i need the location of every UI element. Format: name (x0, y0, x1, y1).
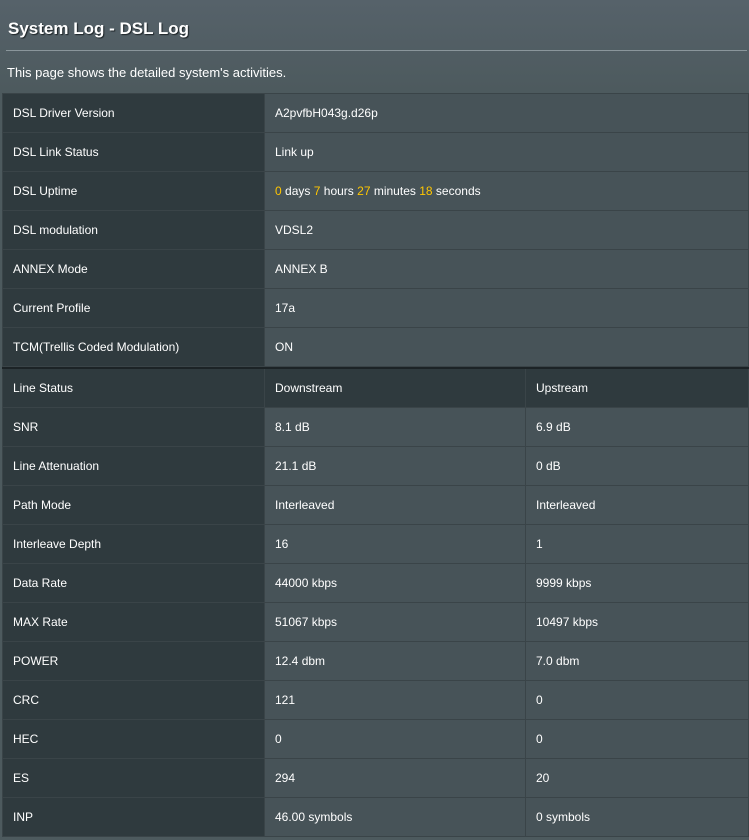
stat-downstream: 16 (264, 524, 526, 564)
stats-row-inp: INP 46.00 symbols 0 symbols (2, 797, 749, 837)
stats-row-crc: CRC 121 0 (2, 680, 749, 720)
stats-row-interleave-depth: Interleave Depth 16 1 (2, 524, 749, 564)
stat-upstream: 9999 kbps (525, 563, 749, 603)
stat-label: INP (2, 797, 265, 837)
uptime-hours-unit: hours (323, 184, 354, 198)
page-description: This page shows the detailed system's ac… (7, 65, 287, 80)
header-upstream: Upstream (525, 367, 749, 408)
uptime-seconds: 18 (419, 184, 433, 198)
info-row-link-status: DSL Link Status Link up (2, 132, 749, 172)
line-status-header: Line Status Downstream Upstream (2, 367, 749, 408)
stat-label: SNR (2, 407, 265, 447)
uptime-days-unit: days (285, 184, 311, 198)
stat-downstream: Interleaved (264, 485, 526, 525)
info-value: VDSL2 (264, 210, 749, 250)
stat-upstream: 10497 kbps (525, 602, 749, 642)
stat-label: Line Attenuation (2, 446, 265, 486)
stat-upstream: 0 (525, 680, 749, 720)
stat-upstream: 0 symbols (525, 797, 749, 837)
stat-label: CRC (2, 680, 265, 720)
stat-downstream: 21.1 dB (264, 446, 526, 486)
stats-row-power: POWER 12.4 dbm 7.0 dbm (2, 641, 749, 681)
stat-upstream: Interleaved (525, 485, 749, 525)
header-downstream: Downstream (264, 367, 526, 408)
info-row-annex-mode: ANNEX Mode ANNEX B (2, 249, 749, 289)
uptime-hours: 7 (313, 184, 321, 198)
stat-downstream: 46.00 symbols (264, 797, 526, 837)
info-label: TCM(Trellis Coded Modulation) (2, 327, 265, 367)
info-value: ANNEX B (264, 249, 749, 289)
stat-upstream: 6.9 dB (525, 407, 749, 447)
info-label: ANNEX Mode (2, 249, 265, 289)
stats-row-hec: HEC 0 0 (2, 719, 749, 759)
stats-row-max-rate: MAX Rate 51067 kbps 10497 kbps (2, 602, 749, 642)
stat-upstream: 0 dB (525, 446, 749, 486)
stat-label: MAX Rate (2, 602, 265, 642)
uptime-seconds-unit: seconds (435, 184, 481, 198)
stats-row-es: ES 294 20 (2, 758, 749, 798)
info-value: A2pvfbH043g.d26p (264, 93, 749, 133)
stat-upstream: 1 (525, 524, 749, 564)
dsl-info-table: DSL Driver Version A2pvfbH043g.d26p DSL … (2, 93, 749, 367)
uptime-minutes: 27 (357, 184, 371, 198)
stat-downstream: 0 (264, 719, 526, 759)
info-row-current-profile: Current Profile 17a (2, 288, 749, 328)
stats-row-line-attenuation: Line Attenuation 21.1 dB 0 dB (2, 446, 749, 486)
line-status-table: Line Status Downstream Upstream SNR 8.1 … (2, 367, 749, 837)
stat-label: Path Mode (2, 485, 265, 525)
uptime-value: 0 days 7 hours 27 minutes 18 seconds (264, 171, 749, 211)
info-value: ON (264, 327, 749, 367)
stat-label: Data Rate (2, 563, 265, 603)
info-row-modulation: DSL modulation VDSL2 (2, 210, 749, 250)
info-row-tcm: TCM(Trellis Coded Modulation) ON (2, 327, 749, 367)
uptime-days: 0 (275, 184, 282, 198)
stats-row-path-mode: Path Mode Interleaved Interleaved (2, 485, 749, 525)
stat-downstream: 12.4 dbm (264, 641, 526, 681)
info-label: DSL Uptime (2, 171, 265, 211)
stat-label: POWER (2, 641, 265, 681)
page-title: System Log - DSL Log (8, 19, 190, 38)
stat-downstream: 51067 kbps (264, 602, 526, 642)
info-row-driver-version: DSL Driver Version A2pvfbH043g.d26p (2, 93, 749, 133)
title-divider (6, 50, 747, 51)
info-label: DSL Driver Version (2, 93, 265, 133)
stat-label: Interleave Depth (2, 524, 265, 564)
stats-row-data-rate: Data Rate 44000 kbps 9999 kbps (2, 563, 749, 603)
info-value: Link up (264, 132, 749, 172)
info-label: Current Profile (2, 288, 265, 328)
stat-label: ES (2, 758, 265, 798)
stat-downstream: 44000 kbps (264, 563, 526, 603)
stat-downstream: 8.1 dB (264, 407, 526, 447)
info-value: 17a (264, 288, 749, 328)
dsl-log-page: System Log - DSL Log This page shows the… (0, 0, 749, 840)
stat-downstream: 121 (264, 680, 526, 720)
stat-downstream: 294 (264, 758, 526, 798)
stats-row-snr: SNR 8.1 dB 6.9 dB (2, 407, 749, 447)
info-label: DSL modulation (2, 210, 265, 250)
stat-label: HEC (2, 719, 265, 759)
info-label: DSL Link Status (2, 132, 265, 172)
header-line-status: Line Status (2, 367, 265, 408)
info-row-uptime: DSL Uptime 0 days 7 hours 27 minutes 18 … (2, 171, 749, 211)
stat-upstream: 7.0 dbm (525, 641, 749, 681)
uptime-minutes-unit: minutes (373, 184, 416, 198)
stat-upstream: 0 (525, 719, 749, 759)
stat-upstream: 20 (525, 758, 749, 798)
